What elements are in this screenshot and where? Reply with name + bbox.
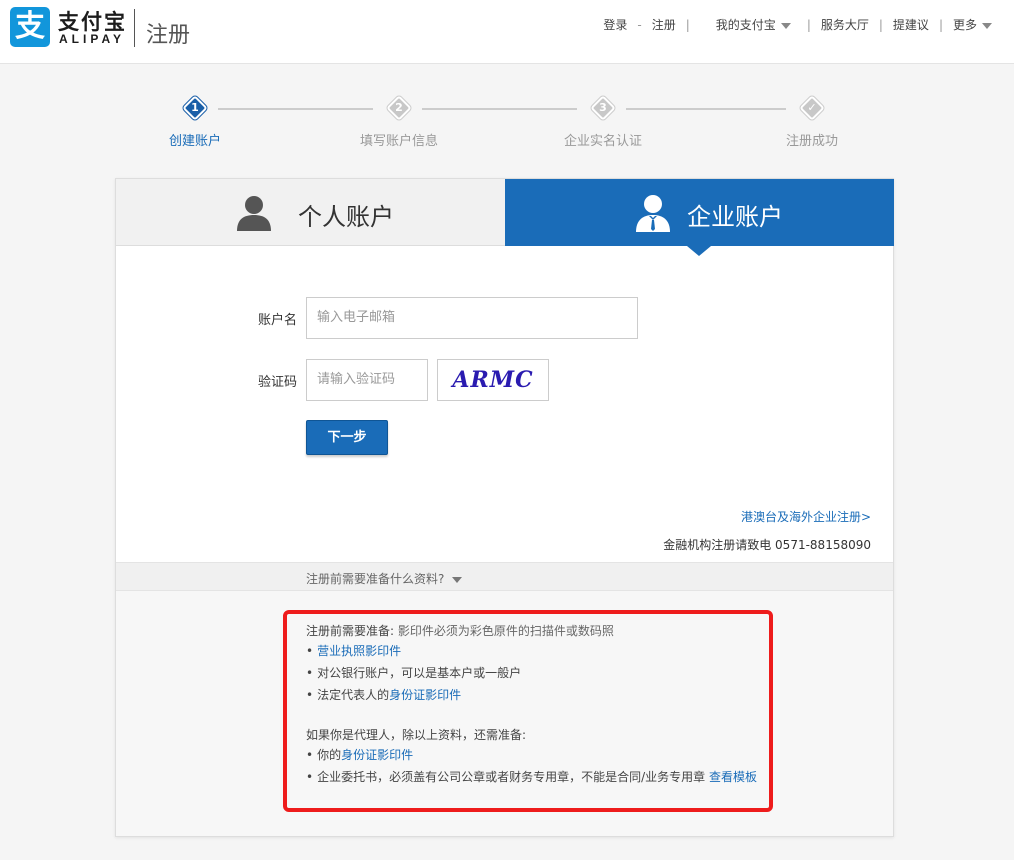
nav-separator: | xyxy=(685,17,690,32)
financial-institution-hotline: 金融机构注册请致电 0571-88158090 xyxy=(663,538,871,552)
check-icon: ✓ xyxy=(807,101,817,114)
my-alipay-label: 我的支付宝 xyxy=(715,18,776,32)
legal-rep-id-link[interactable]: 身份证影印件 xyxy=(389,688,461,702)
prep-heading-label: 注册前需要准备: xyxy=(306,624,395,638)
preparation-toggle[interactable]: 注册前需要准备什么资料? xyxy=(306,570,463,587)
nav-separator: | xyxy=(878,17,883,32)
my-alipay-menu[interactable]: 我的支付宝 xyxy=(716,16,791,33)
person-icon xyxy=(237,196,271,231)
list-item: • 对公银行账户，可以是基本户或一般户 xyxy=(306,666,522,680)
top-nav: 登录 - 注册 | 我的支付宝 | 服务大厅 | 提建议 | 更多 xyxy=(603,16,992,33)
list-item: • 你的身份证影印件 xyxy=(306,748,414,762)
prep-heading-note: 影印件必须为彩色原件的扫描件或数码照 xyxy=(397,624,614,638)
list-item: • 营业执照影印件 xyxy=(306,644,402,658)
registration-card: 个人账户 企业账户 账户名 输入电子邮箱 验证码 请输入验证码 ARMC 下一步… xyxy=(115,178,894,837)
list-item: • 企业委托书，必须盖有公司公章或者财务专用章，不能是合同/业务专用章 查看模板 xyxy=(306,770,757,784)
chevron-down-icon xyxy=(780,22,791,29)
step-connector xyxy=(626,108,786,110)
site-header: 支 支付宝 ALIPAY 注册 登录 - 注册 | 我的支付宝 | 服务大厅 |… xyxy=(0,0,1014,64)
step-connector xyxy=(218,108,373,110)
email-field[interactable]: 输入电子邮箱 xyxy=(306,297,638,339)
service-hall-link[interactable]: 服务大厅 xyxy=(821,16,869,33)
preparation-toggle-label: 注册前需要准备什么资料? xyxy=(306,572,445,586)
tab-personal-account[interactable]: 个人账户 xyxy=(116,179,505,246)
chevron-down-icon xyxy=(982,22,992,29)
more-menu[interactable]: 更多 xyxy=(953,16,992,33)
more-label: 更多 xyxy=(952,18,977,32)
captcha-label: 验证码 xyxy=(257,375,297,390)
step-marker: ✓ xyxy=(798,94,826,122)
agent-id-link[interactable]: 身份证影印件 xyxy=(341,748,413,762)
overseas-registration-link[interactable]: 港澳台及海外企业注册> xyxy=(741,508,871,525)
captcha-image[interactable]: ARMC xyxy=(437,359,549,401)
tab-enterprise-account[interactable]: 企业账户 xyxy=(505,179,894,246)
brand-divider xyxy=(134,9,135,47)
selected-tab-pointer xyxy=(687,246,711,256)
login-link[interactable]: 登录 xyxy=(603,16,627,33)
captcha-input[interactable]: 请输入验证码 xyxy=(306,359,428,401)
next-button[interactable]: 下一步 xyxy=(306,420,388,455)
step-marker: 3 xyxy=(589,94,617,122)
prep-heading: 注册前需要准备: 影印件必须为彩色原件的扫描件或数码照 xyxy=(306,622,614,639)
step-label: 填写账户信息 xyxy=(359,134,438,149)
step-marker: 1 xyxy=(181,94,209,122)
chevron-down-icon xyxy=(452,576,463,583)
business-license-link[interactable]: 营业执照影印件 xyxy=(317,644,401,658)
agent-heading: 如果你是代理人，除以上资料，还需准备: xyxy=(306,728,527,742)
step-label: 注册成功 xyxy=(785,134,838,149)
step-label: 创建账户 xyxy=(168,134,221,149)
tab-enterprise-label: 企业账户 xyxy=(687,203,783,231)
brand-name-en: ALIPAY xyxy=(59,32,126,46)
registration-steps: 1 创建账户 2 填写账户信息 3 企业实名认证 ✓ 注册成功 xyxy=(150,94,850,154)
preparation-toggle-bar[interactable]: 注册前需要准备什么资料? xyxy=(116,562,893,591)
account-name-label: 账户名 xyxy=(257,313,297,328)
step-marker: 2 xyxy=(385,94,413,122)
nav-separator: | xyxy=(938,17,943,32)
register-link[interactable]: 注册 xyxy=(652,16,676,33)
feedback-link[interactable]: 提建议 xyxy=(893,16,929,33)
step-connector xyxy=(422,108,577,110)
list-item: • 法定代表人的身份证影印件 xyxy=(306,688,462,702)
tab-personal-label: 个人账户 xyxy=(298,203,394,231)
nav-dash: - xyxy=(637,17,642,32)
alipay-logo-glyph: 支 xyxy=(15,9,45,44)
captcha-text: ARMC xyxy=(452,367,534,393)
view-template-link[interactable]: 查看模板 xyxy=(709,770,757,784)
step-label: 企业实名认证 xyxy=(563,134,642,149)
alipay-logo[interactable]: 支 xyxy=(10,7,50,47)
page-title: 注册 xyxy=(146,23,191,48)
nav-separator: | xyxy=(806,17,811,32)
business-person-icon xyxy=(636,195,670,232)
